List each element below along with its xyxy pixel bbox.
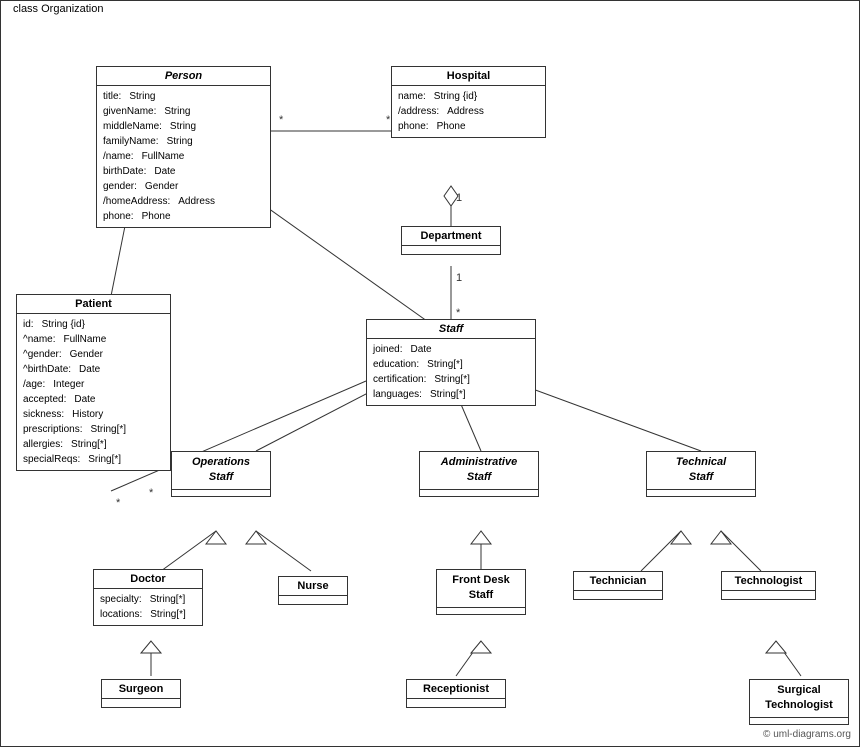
svg-text:*: * [456,307,461,319]
diagram-title: class Organization [9,3,108,15]
administrative-staff-header: AdministrativeStaff [420,452,538,490]
svg-text:1: 1 [456,192,462,204]
hospital-header: Hospital [392,67,545,86]
patient-body: id:String {id} ^name:FullName ^gender:Ge… [17,314,170,470]
department-class: Department [401,226,501,255]
surgical-technologist-header: SurgicalTechnologist [750,680,848,718]
svg-text:*: * [279,114,284,126]
svg-text:1: 1 [456,272,462,284]
technologist-class: Technologist [721,571,816,600]
staff-body: joined:Date education:String[*] certific… [367,339,535,405]
department-body [402,246,500,254]
person-header: Person [97,67,270,86]
staff-class: Staff joined:Date education:String[*] ce… [366,319,536,406]
receptionist-header: Receptionist [407,680,505,699]
copyright-text: © uml-diagrams.org [763,729,851,740]
diagram-container: class Organization * * 1 * 1 * [0,0,860,747]
front-desk-staff-header: Front DeskStaff [437,570,525,608]
svg-text:*: * [149,487,154,499]
operations-staff-class: OperationsStaff [171,451,271,497]
staff-header: Staff [367,320,535,339]
person-body: title:String givenName:String middleName… [97,86,270,227]
technologist-header: Technologist [722,572,815,591]
patient-header: Patient [17,295,170,314]
patient-class: Patient id:String {id} ^name:FullName ^g… [16,294,171,471]
technician-header: Technician [574,572,662,591]
person-class: Person title:String givenName:String mid… [96,66,271,228]
operations-staff-header: OperationsStaff [172,452,270,490]
hospital-class: Hospital name:String {id} /address:Addre… [391,66,546,138]
nurse-class: Nurse [278,576,348,605]
surgeon-class: Surgeon [101,679,181,708]
department-header: Department [402,227,500,246]
technical-staff-class: TechnicalStaff [646,451,756,497]
administrative-staff-class: AdministrativeStaff [419,451,539,497]
doctor-header: Doctor [94,570,202,589]
doctor-class: Doctor specialty:String[*] locations:Str… [93,569,203,626]
receptionist-class: Receptionist [406,679,506,708]
surgical-technologist-class: SurgicalTechnologist [749,679,849,725]
technician-class: Technician [573,571,663,600]
technical-staff-header: TechnicalStaff [647,452,755,490]
hospital-body: name:String {id} /address:Address phone:… [392,86,545,137]
front-desk-staff-class: Front DeskStaff [436,569,526,615]
doctor-body: specialty:String[*] locations:String[*] [94,589,202,625]
svg-text:*: * [116,497,121,509]
nurse-header: Nurse [279,577,347,596]
surgeon-header: Surgeon [102,680,180,699]
